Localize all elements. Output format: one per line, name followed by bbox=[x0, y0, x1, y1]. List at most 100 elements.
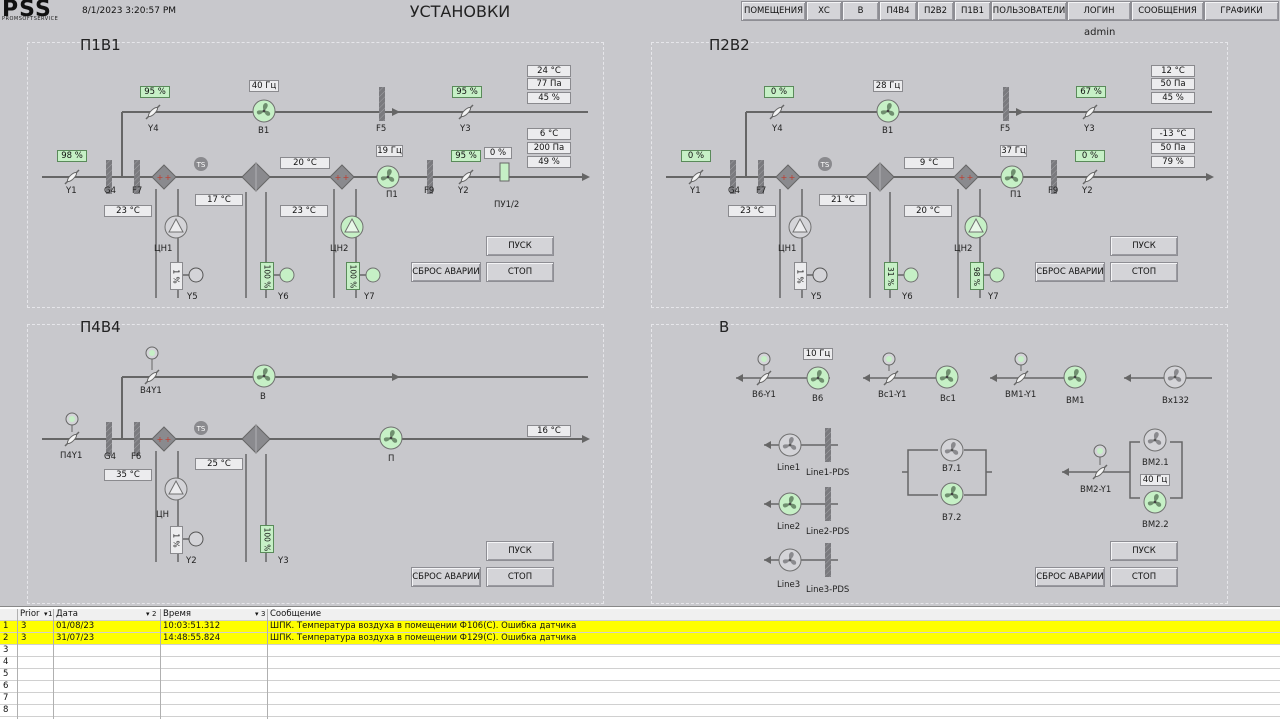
f5-label: F5 bbox=[376, 124, 387, 134]
pump-cn1-icon[interactable] bbox=[788, 215, 812, 239]
col-divider bbox=[53, 609, 54, 719]
fan-bc1-icon[interactable] bbox=[935, 365, 959, 389]
p1-t-a: 23 °C bbox=[104, 205, 152, 217]
table-row[interactable]: 5 bbox=[0, 669, 1280, 681]
nav-b[interactable]: В bbox=[842, 1, 879, 21]
p1-frequency: 37 Гц bbox=[1000, 145, 1027, 157]
p1b1-stop-button[interactable]: СТОП bbox=[486, 262, 554, 282]
fan-b6-icon[interactable] bbox=[806, 366, 830, 390]
nav-p2b2[interactable]: П2В2 bbox=[917, 1, 954, 21]
valve-y6-icon bbox=[903, 267, 919, 283]
datetime: 8/1/2023 3:20:57 PM bbox=[82, 6, 177, 16]
y5-label: Y5 bbox=[811, 292, 822, 302]
nav-login[interactable]: ЛОГИН bbox=[1067, 1, 1131, 21]
bm1-label: BM1 bbox=[1066, 396, 1085, 406]
line2pds-label: Line2-PDS bbox=[806, 527, 850, 537]
fan-b72-icon[interactable] bbox=[940, 482, 964, 506]
nav-p4b4[interactable]: П4В4 bbox=[879, 1, 917, 21]
table-row[interactable]: 6 bbox=[0, 681, 1280, 693]
filter-g4-icon bbox=[106, 422, 112, 456]
p2b2-stop-button[interactable]: СТОП bbox=[1110, 262, 1178, 282]
col-message[interactable]: Сообщение bbox=[270, 609, 321, 620]
nav-charts[interactable]: ГРАФИКИ bbox=[1204, 1, 1279, 21]
table-row[interactable]: 7 bbox=[0, 693, 1280, 705]
logo-subtitle: PROMSOFTSERVICE bbox=[2, 16, 59, 22]
p2-t-b: 21 °C bbox=[819, 194, 867, 206]
table-row[interactable]: 23 31/07/23 14:48:55.824 ШПК. Температура… bbox=[0, 633, 1280, 645]
fan-p1-icon[interactable] bbox=[1000, 165, 1024, 189]
y7-label: Y7 bbox=[988, 292, 999, 302]
fan-b-icon[interactable] bbox=[252, 364, 276, 388]
col-prior[interactable]: Prior bbox=[20, 609, 40, 620]
b-start-button[interactable]: ПУСК bbox=[1110, 541, 1178, 561]
f5-label: F5 bbox=[1000, 124, 1011, 134]
fan-bm22-icon[interactable] bbox=[1143, 490, 1167, 514]
y1-value: 98 % bbox=[57, 150, 87, 162]
table-row[interactable]: 8 bbox=[0, 705, 1280, 717]
fan-line3-icon[interactable] bbox=[778, 548, 802, 572]
y3-label: Y3 bbox=[1084, 124, 1095, 134]
p2b2-reset-button[interactable]: СБРОС АВАРИИ bbox=[1035, 262, 1105, 282]
filter-line3pds-icon bbox=[825, 543, 831, 577]
table-row[interactable]: 3 bbox=[0, 645, 1280, 657]
pump-cn1-icon[interactable] bbox=[164, 215, 188, 239]
p1-label: П1 bbox=[1010, 190, 1022, 200]
table-row[interactable]: 4 bbox=[0, 657, 1280, 669]
col-time[interactable]: Время bbox=[163, 609, 191, 620]
p1-t-mid: 20 °C bbox=[280, 157, 330, 169]
col-date[interactable]: Дата bbox=[56, 609, 78, 620]
y6-label: Y6 bbox=[902, 292, 913, 302]
fan-bm1-icon[interactable] bbox=[1063, 365, 1087, 389]
alarm-table[interactable]: Prior ▾ 1 Дата ▾ 2 Время ▾ 3 Сообщение 13 0… bbox=[0, 606, 1280, 721]
p1b1-start-button[interactable]: ПУСК bbox=[486, 236, 554, 256]
g4-label: G4 bbox=[728, 186, 740, 196]
pump-cn2-icon[interactable] bbox=[340, 215, 364, 239]
p4b4-start-button[interactable]: ПУСК bbox=[486, 541, 554, 561]
pump-cn-icon[interactable] bbox=[164, 477, 188, 501]
b4y1-label: B4Y1 bbox=[140, 386, 162, 396]
b72-label: B7.2 bbox=[942, 513, 962, 523]
bm22-label: BM2.2 bbox=[1142, 520, 1169, 530]
cn2-label: ЦН2 bbox=[330, 244, 349, 254]
nav-p1b1[interactable]: П1В1 bbox=[954, 1, 991, 21]
fan-bm21-icon[interactable] bbox=[1143, 428, 1167, 452]
valve-y7-icon bbox=[365, 267, 381, 283]
fan-b71-icon[interactable] bbox=[940, 438, 964, 462]
y1-label: Y1 bbox=[66, 186, 77, 196]
b6-frequency: 10 Гц bbox=[803, 348, 833, 360]
valve-y6-icon bbox=[279, 267, 295, 283]
b-stop-button[interactable]: СТОП bbox=[1110, 567, 1178, 587]
p2b2-start-button[interactable]: ПУСК bbox=[1110, 236, 1178, 256]
pu-value: 0 % bbox=[484, 147, 512, 159]
y4-label: Y4 bbox=[148, 124, 159, 134]
filter-f5-icon bbox=[1003, 87, 1009, 121]
nav-users[interactable]: ПОЛЬЗОВАТЕЛИ bbox=[991, 1, 1067, 21]
nav-rooms[interactable]: ПОМЕЩЕНИЯ bbox=[741, 1, 806, 21]
p4-t-b: 25 °C bbox=[195, 458, 243, 470]
b71-label: B7.1 bbox=[942, 464, 962, 474]
y2-label: Y2 bbox=[186, 556, 197, 566]
y7-label: Y7 bbox=[364, 292, 375, 302]
fan-line1-icon[interactable] bbox=[778, 433, 802, 457]
table-row[interactable]: 13 01/08/23 10:03:51.312 ШПК. Температура… bbox=[0, 621, 1280, 633]
p4b4-reset-button[interactable]: СБРОС АВАРИИ bbox=[411, 567, 481, 587]
current-user: admin bbox=[1084, 27, 1116, 38]
fan-line2-icon[interactable] bbox=[778, 492, 802, 516]
p2-p-out2: 50 Па bbox=[1151, 142, 1195, 154]
y6-valve-value: 100 % bbox=[260, 262, 274, 290]
p1-t-out2: 6 °C bbox=[527, 128, 571, 140]
y2-label: Y2 bbox=[458, 186, 469, 196]
nav-xc[interactable]: ХС bbox=[806, 1, 842, 21]
fan-b1-icon[interactable] bbox=[252, 99, 276, 123]
fan-b1-icon[interactable] bbox=[876, 99, 900, 123]
fan-bx132-icon[interactable] bbox=[1163, 365, 1187, 389]
p1b1-reset-button[interactable]: СБРОС АВАРИИ bbox=[411, 262, 481, 282]
ts-label: TS bbox=[820, 161, 830, 169]
p4b4-stop-button[interactable]: СТОП bbox=[486, 567, 554, 587]
y3-value: 67 % bbox=[1076, 86, 1106, 98]
pump-cn2-icon[interactable] bbox=[964, 215, 988, 239]
fan-p-icon[interactable] bbox=[379, 426, 403, 450]
nav-messages[interactable]: СООБЩЕНИЯ bbox=[1131, 1, 1204, 21]
b-reset-button[interactable]: СБРОС АВАРИИ bbox=[1035, 567, 1105, 587]
fan-p1-icon[interactable] bbox=[376, 165, 400, 189]
